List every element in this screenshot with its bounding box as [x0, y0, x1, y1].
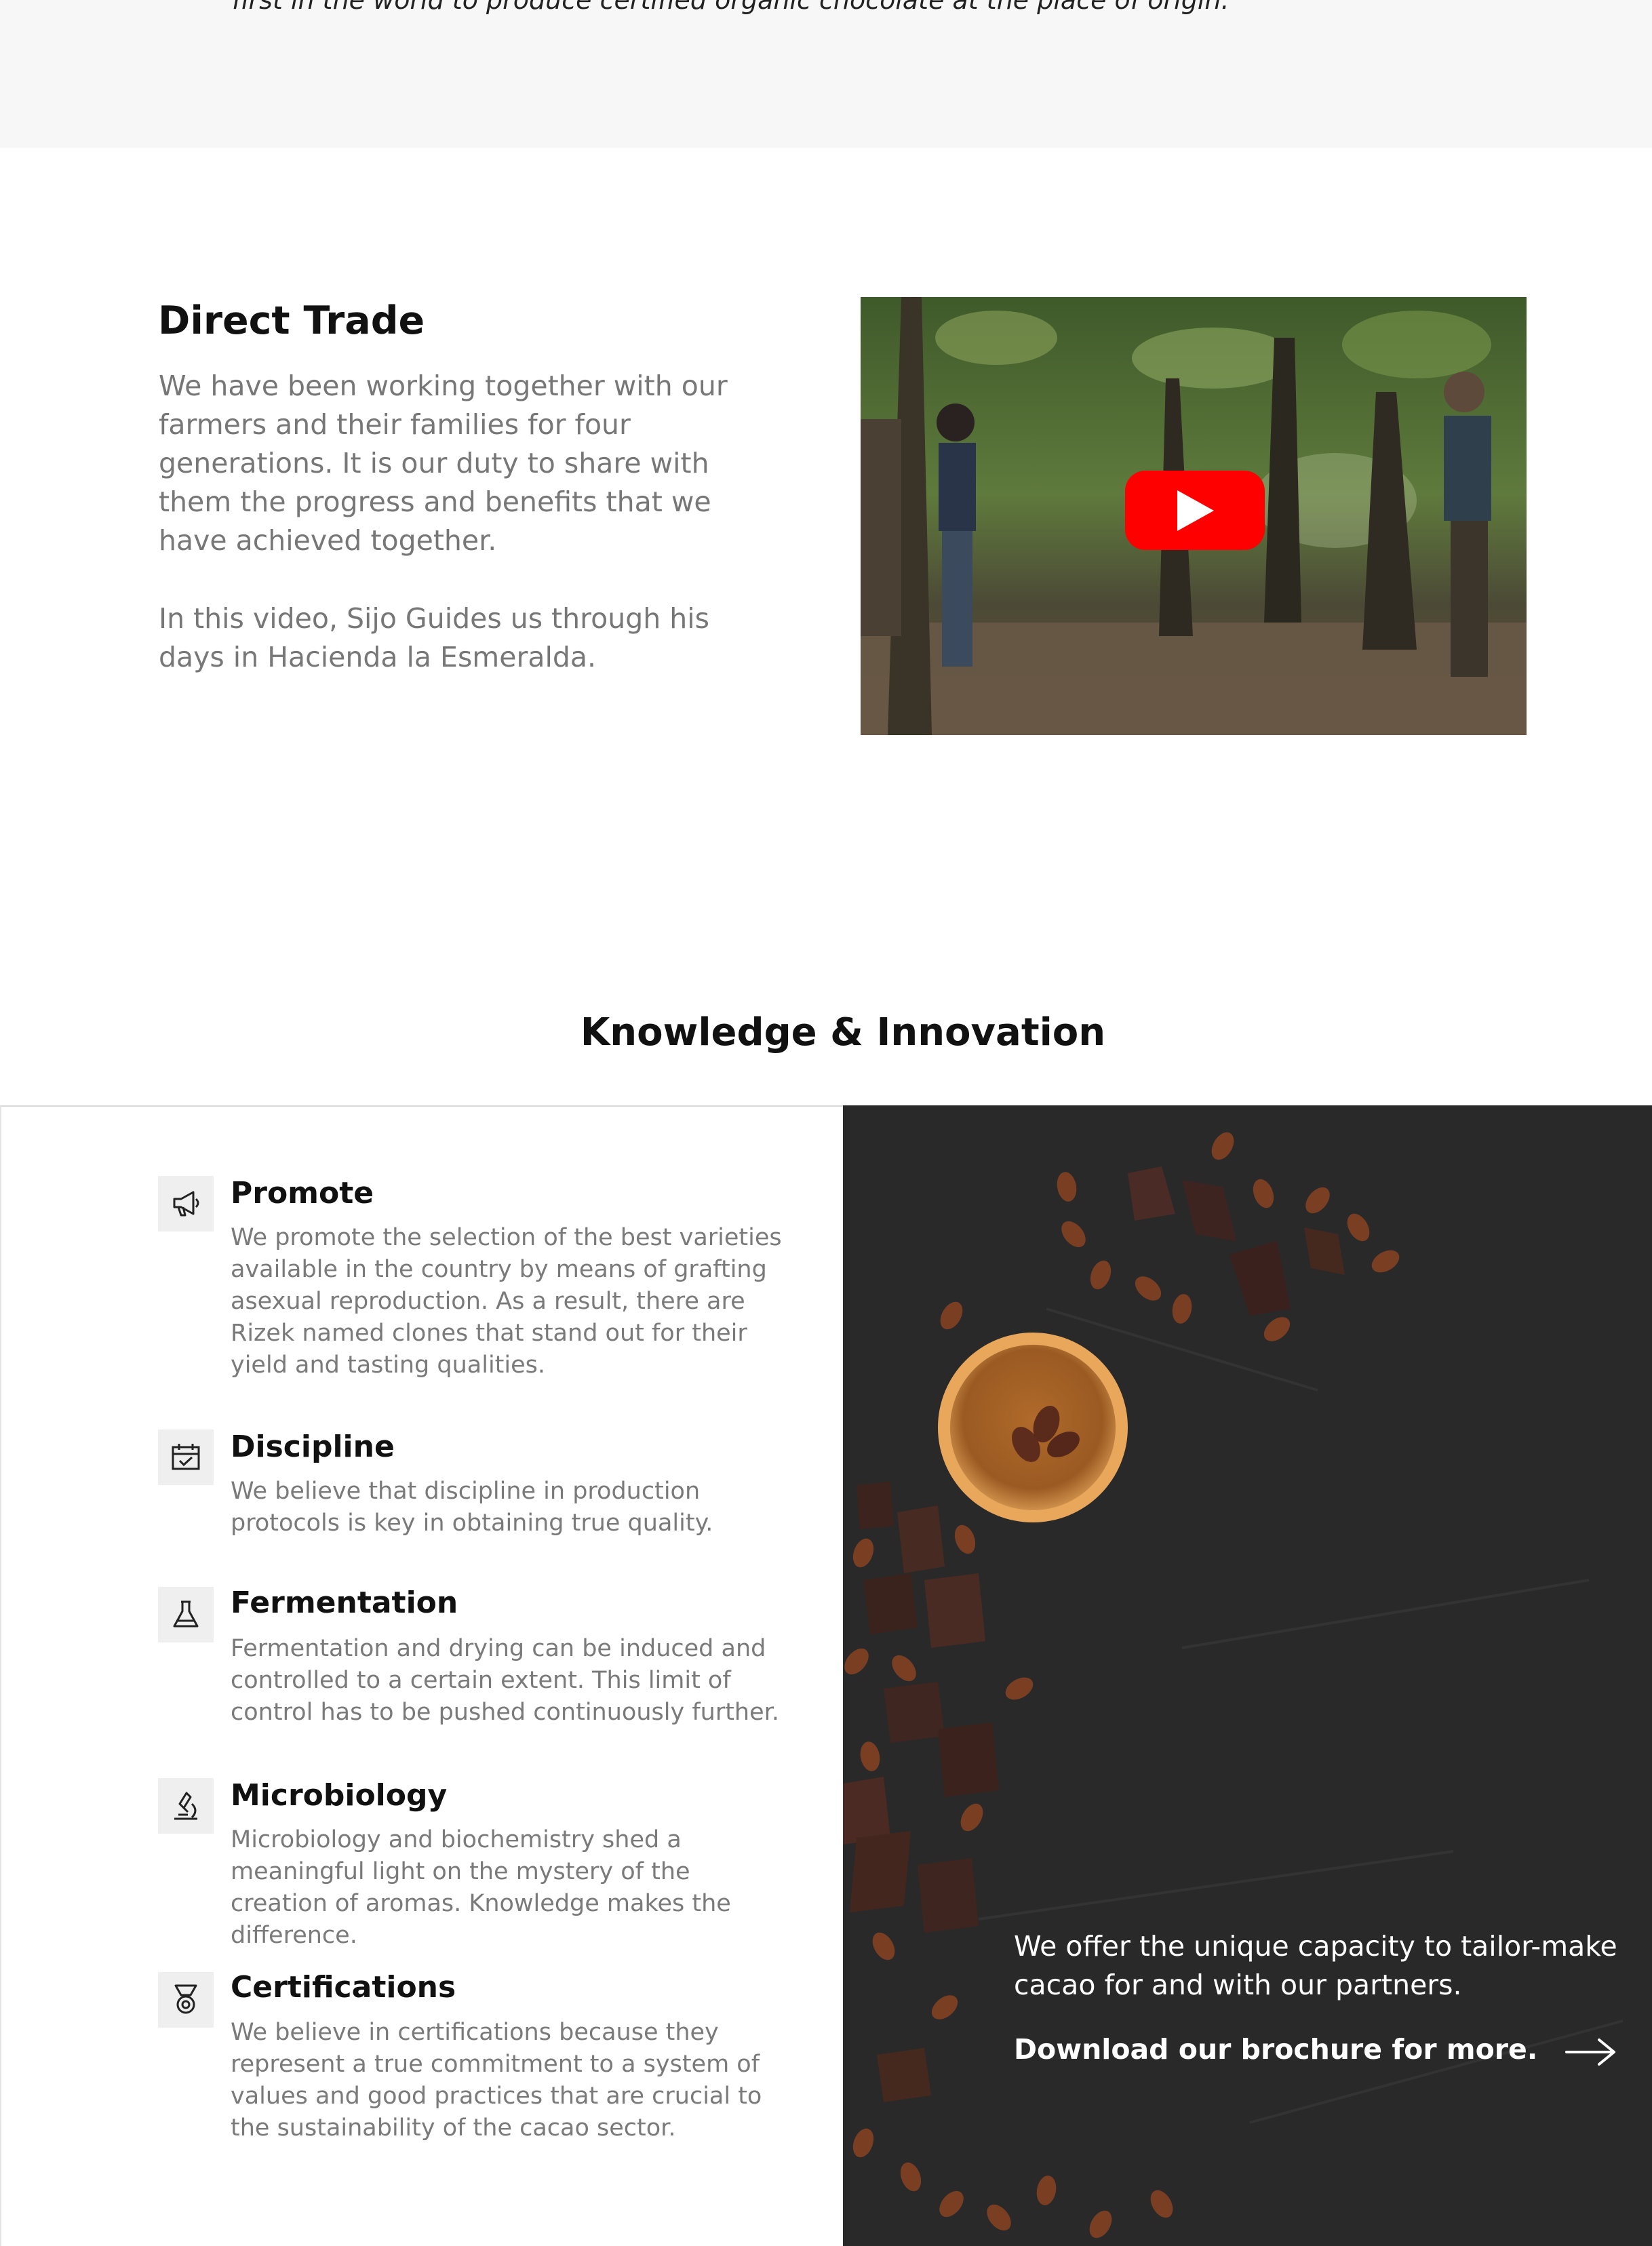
intro-quote: first in the world to produce certified …	[232, 0, 1230, 15]
direct-trade-title: Direct Trade	[158, 298, 425, 343]
feature-description-fermentation: Fermentation and drying can be induced a…	[231, 1635, 779, 1726]
cacao-image-panel	[843, 1105, 1652, 2246]
video-player[interactable]	[861, 297, 1527, 735]
direct-trade-paragraph: We have been working together with our f…	[159, 370, 728, 557]
feature-title-certifications: Certifications	[231, 1970, 456, 2005]
download-brochure-link[interactable]: Download our brochure for more.	[1014, 2033, 1537, 2066]
feature-description-discipline: We believe that discipline in production…	[231, 1478, 713, 1537]
feature-title-microbiology: Microbiology	[231, 1778, 448, 1813]
play-button[interactable]	[1125, 471, 1265, 550]
feature-title-promote: Promote	[231, 1176, 374, 1210]
direct-trade-video-caption: In this video, Sijo Guides us through hi…	[159, 602, 709, 673]
feature-description-microbiology: Microbiology and biochemistry shed a mea…	[231, 1826, 731, 1949]
offer-text: We offer the unique capacity to tailor-m…	[1014, 1930, 1617, 2001]
medal-icon	[158, 1972, 214, 2028]
feature-title-discipline: Discipline	[231, 1430, 395, 1464]
flask-icon	[158, 1587, 214, 1642]
microscope-icon	[158, 1778, 214, 1834]
intro-band	[0, 0, 1652, 148]
feature-description-certifications: We believe in certifications because the…	[231, 2019, 762, 2142]
feature-description-promote: We promote the selection of the best var…	[231, 1224, 782, 1379]
arrow-right-icon[interactable]	[1564, 2034, 1618, 2070]
cacao-illustration	[843, 1105, 1652, 2246]
calendar-check-icon	[158, 1430, 214, 1485]
knowledge-title: Knowledge & Innovation	[580, 1010, 1106, 1055]
play-icon	[1177, 490, 1214, 531]
feature-title-fermentation: Fermentation	[231, 1585, 458, 1620]
megaphone-icon	[158, 1176, 214, 1232]
